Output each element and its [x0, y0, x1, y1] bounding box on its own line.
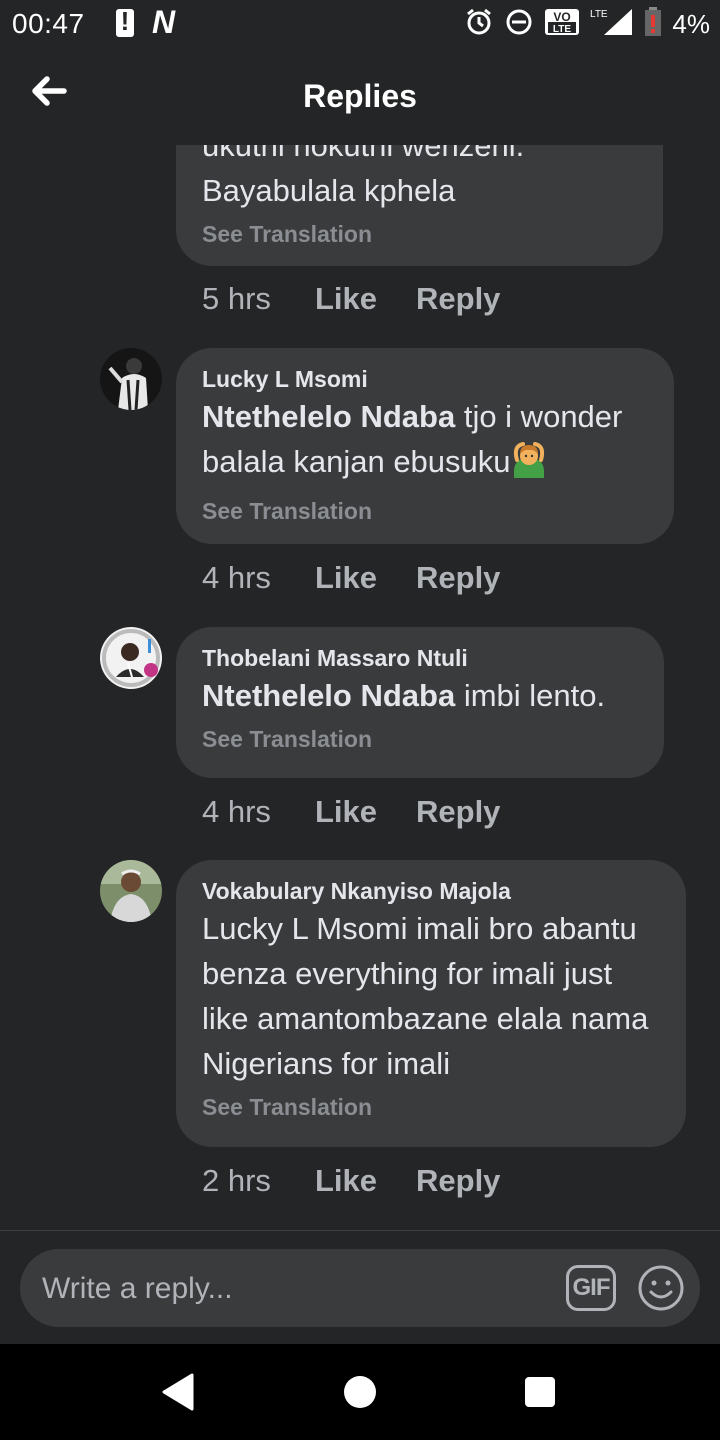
reply-button[interactable]: Reply	[416, 1163, 500, 1199]
mention-link[interactable]: Ntethelelo Ndaba	[202, 678, 455, 713]
comment-author[interactable]: Lucky L Msomi	[202, 364, 648, 394]
reply-composer-area: GIF	[0, 1230, 720, 1345]
comment-text: Ntethelelo Ndaba tjo i wonder balala kan…	[202, 394, 648, 490]
system-nav-bar	[0, 1344, 720, 1440]
avatar[interactable]	[100, 860, 162, 922]
nav-home-button[interactable]	[344, 1376, 376, 1408]
replies-feed[interactable]: ukuthi nokuthi wenzeni. Bayabulala kphel…	[0, 145, 720, 1230]
comment-text: Ntethelelo Ndaba imbi lento.	[202, 673, 638, 718]
like-button[interactable]: Like	[315, 560, 416, 596]
comment-text: Lucky L Msomi imali bro abantu benza eve…	[202, 911, 649, 1081]
do-not-disturb-icon	[504, 7, 534, 42]
comment-time: 4 hrs	[202, 794, 271, 829]
comment-actions: 4 hrs Like Reply	[202, 560, 500, 596]
svg-text:LTE: LTE	[590, 9, 608, 20]
comment-actions: 5 hrs Like Reply	[202, 281, 500, 317]
app-header: Replies	[0, 50, 720, 145]
battery-percentage: 4%	[672, 8, 710, 39]
comment-actions: 2 hrs Like Reply	[202, 1163, 500, 1199]
comment-author[interactable]: Thobelani Massaro Ntuli	[202, 643, 638, 673]
comment-time: 4 hrs	[202, 560, 271, 595]
status-icons: VO LTE LTE 4%	[464, 6, 710, 42]
see-translation-link[interactable]: See Translation	[202, 217, 637, 251]
avatar[interactable]	[100, 348, 162, 410]
mention-link[interactable]: Ntethelelo Ndaba	[202, 399, 455, 434]
battery-low-icon	[644, 6, 662, 42]
reply-button[interactable]: Reply	[416, 281, 500, 317]
comment-text: ukuthi nokuthi wenzeni. Bayabulala kphel…	[202, 145, 637, 213]
nav-recents-button[interactable]	[525, 1377, 555, 1407]
signal-icon: LTE	[590, 7, 634, 42]
comment-time: 2 hrs	[202, 1163, 271, 1198]
triangle-back-icon	[162, 1373, 194, 1411]
alert-icon	[116, 6, 134, 37]
see-translation-link[interactable]: See Translation	[202, 722, 638, 756]
comment-author[interactable]: Vokabulary Nkanyiso Majola	[202, 876, 660, 906]
comment-text-line: Bayabulala kphela	[202, 173, 456, 208]
like-button[interactable]: Like	[315, 281, 416, 317]
comment-time: 5 hrs	[202, 281, 271, 316]
reply-button[interactable]: Reply	[416, 794, 500, 830]
reply-composer: GIF	[20, 1249, 700, 1329]
emoji-button[interactable]	[636, 1263, 686, 1313]
comment-bubble: Vokabulary Nkanyiso Majola Lucky L Msomi…	[176, 860, 686, 1147]
comment-bubble: Thobelani Massaro Ntuli Ntethelelo Ndaba…	[176, 627, 664, 778]
comment-bubble: Lucky L Msomi Ntethelelo Ndaba tjo i won…	[176, 348, 674, 544]
status-time: 00:47	[12, 8, 85, 39]
svg-text:VO: VO	[554, 10, 571, 24]
comment-body: imbi lento.	[455, 678, 606, 713]
gif-button[interactable]: GIF	[566, 1265, 616, 1311]
comment-bubble: ukuthi nokuthi wenzeni. Bayabulala kphel…	[176, 145, 663, 266]
see-translation-link[interactable]: See Translation	[202, 494, 648, 528]
like-button[interactable]: Like	[315, 1163, 416, 1199]
svg-text:LTE: LTE	[553, 24, 571, 35]
reply-button[interactable]: Reply	[416, 560, 500, 596]
comment-text-line: ukuthi nokuthi wenzeni.	[202, 145, 525, 163]
comment-actions: 4 hrs Like Reply	[202, 794, 500, 830]
alarm-icon	[464, 7, 494, 42]
reply-input[interactable]	[40, 1249, 564, 1329]
app-notification-icon: N	[152, 4, 176, 40]
see-translation-link[interactable]: See Translation	[202, 1090, 660, 1124]
avatar[interactable]	[100, 627, 162, 689]
status-bar: 00:47 N VOLTE LTE 4%	[0, 0, 720, 50]
like-button[interactable]: Like	[315, 794, 416, 830]
smiley-icon	[638, 1265, 684, 1311]
page-title: Replies	[303, 78, 417, 114]
volte-icon: VO LTE	[544, 7, 580, 42]
person-gesturing-ok-emoji-icon	[511, 440, 547, 490]
nav-back-button[interactable]	[160, 1373, 196, 1416]
